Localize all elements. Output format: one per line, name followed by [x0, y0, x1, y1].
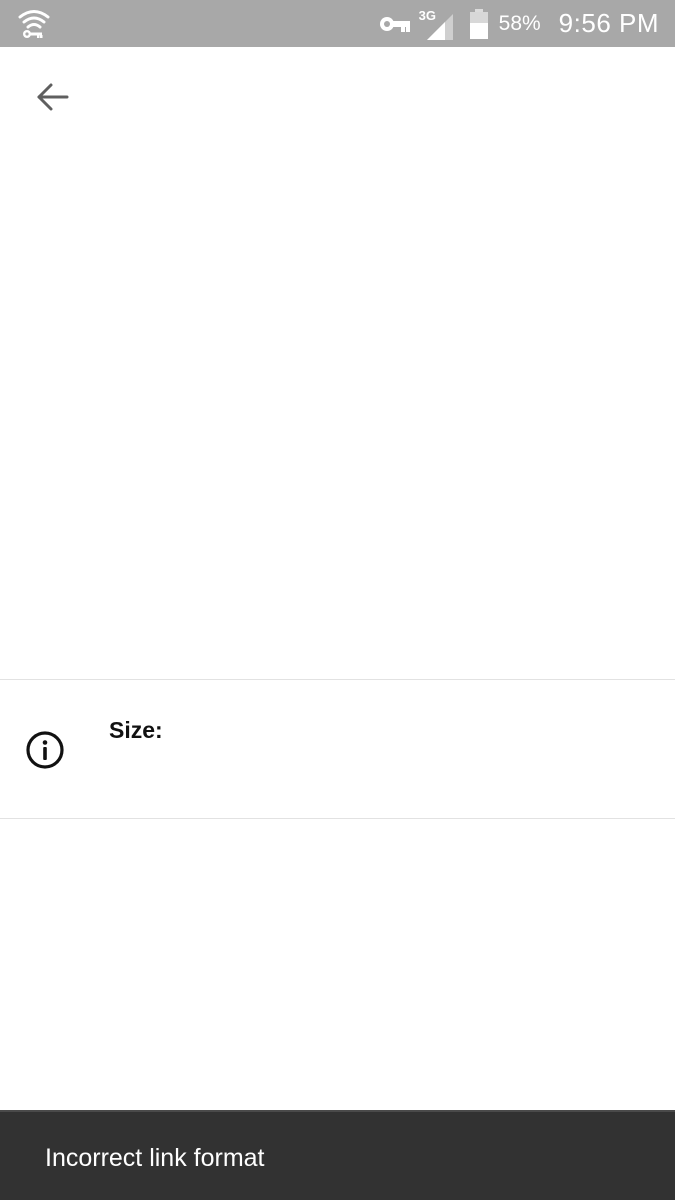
wifi-key-icon: [18, 8, 50, 40]
divider: [0, 818, 675, 819]
snackbar: Incorrect link format: [0, 1110, 675, 1200]
arrow-left-icon: [35, 82, 69, 117]
info-circle-icon: [24, 729, 66, 771]
clock-time: 9:56 PM: [558, 8, 659, 38]
screen: 3G 58% 9:56 PM Size: Incorrect link form…: [0, 0, 675, 1200]
battery-icon: [469, 8, 489, 39]
cell-signal-icon: 3G: [419, 6, 457, 42]
vpn-key-icon: [379, 14, 411, 34]
size-label: Size:: [109, 717, 163, 743]
back-button[interactable]: [22, 75, 82, 123]
snackbar-message: Incorrect link format: [45, 1144, 265, 1172]
status-bar: 3G 58% 9:56 PM: [0, 0, 675, 47]
file-info-row: Size:: [0, 680, 675, 818]
battery-percent: 58%: [498, 11, 541, 35]
